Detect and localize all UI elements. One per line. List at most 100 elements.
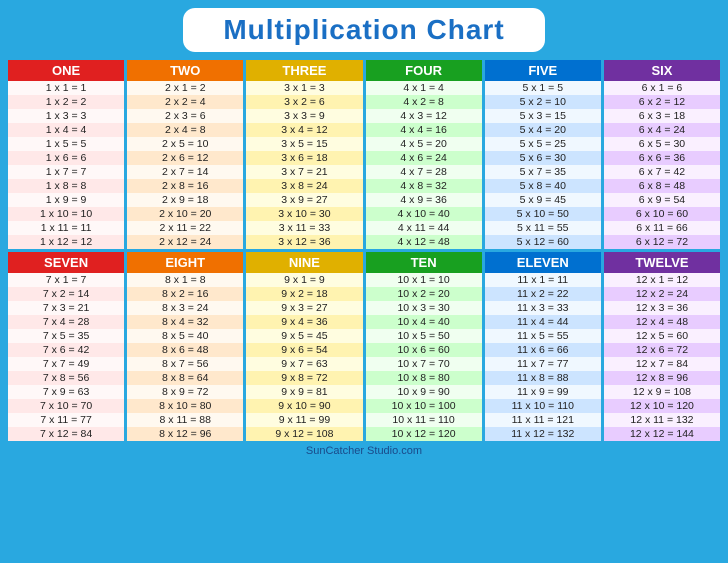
list-item: 12 x 12 = 144 <box>604 427 720 441</box>
list-item: 8 x 10 = 80 <box>127 399 243 413</box>
list-item: 8 x 12 = 96 <box>127 427 243 441</box>
title-container: Multiplication Chart <box>183 8 544 52</box>
body-ten: 10 x 1 = 1010 x 2 = 2010 x 3 = 3010 x 4 … <box>366 273 482 441</box>
list-item: 4 x 3 = 12 <box>366 109 482 123</box>
list-item: 2 x 6 = 12 <box>127 151 243 165</box>
list-item: 11 x 4 = 44 <box>485 315 601 329</box>
list-item: 1 x 3 = 3 <box>8 109 124 123</box>
header-three: THREE <box>246 60 362 81</box>
list-item: 10 x 9 = 90 <box>366 385 482 399</box>
list-item: 5 x 3 = 15 <box>485 109 601 123</box>
block-six: SIX6 x 1 = 66 x 2 = 126 x 3 = 186 x 4 = … <box>604 60 720 249</box>
list-item: 10 x 4 = 40 <box>366 315 482 329</box>
body-five: 5 x 1 = 55 x 2 = 105 x 3 = 155 x 4 = 205… <box>485 81 601 249</box>
header-twelve: TWELVE <box>604 252 720 273</box>
list-item: 4 x 2 = 8 <box>366 95 482 109</box>
list-item: 12 x 9 = 108 <box>604 385 720 399</box>
list-item: 12 x 4 = 48 <box>604 315 720 329</box>
list-item: 10 x 10 = 100 <box>366 399 482 413</box>
list-item: 5 x 6 = 30 <box>485 151 601 165</box>
list-item: 7 x 4 = 28 <box>8 315 124 329</box>
list-item: 6 x 8 = 48 <box>604 179 720 193</box>
list-item: 5 x 4 = 20 <box>485 123 601 137</box>
list-item: 8 x 1 = 8 <box>127 273 243 287</box>
list-item: 2 x 8 = 16 <box>127 179 243 193</box>
list-item: 12 x 7 = 84 <box>604 357 720 371</box>
list-item: 12 x 8 = 96 <box>604 371 720 385</box>
list-item: 6 x 3 = 18 <box>604 109 720 123</box>
list-item: 7 x 6 = 42 <box>8 343 124 357</box>
list-item: 6 x 1 = 6 <box>604 81 720 95</box>
list-item: 12 x 2 = 24 <box>604 287 720 301</box>
list-item: 6 x 10 = 60 <box>604 207 720 221</box>
list-item: 4 x 1 = 4 <box>366 81 482 95</box>
list-item: 8 x 8 = 64 <box>127 371 243 385</box>
block-twelve: TWELVE12 x 1 = 1212 x 2 = 2412 x 3 = 361… <box>604 252 720 441</box>
list-item: 6 x 4 = 24 <box>604 123 720 137</box>
list-item: 7 x 9 = 63 <box>8 385 124 399</box>
list-item: 2 x 4 = 8 <box>127 123 243 137</box>
body-eleven: 11 x 1 = 1111 x 2 = 2211 x 3 = 3311 x 4 … <box>485 273 601 441</box>
list-item: 3 x 1 = 3 <box>246 81 362 95</box>
list-item: 1 x 7 = 7 <box>8 165 124 179</box>
page-title: Multiplication Chart <box>223 14 504 46</box>
list-item: 9 x 1 = 9 <box>246 273 362 287</box>
list-item: 2 x 1 = 2 <box>127 81 243 95</box>
footer-text: SunCatcher Studio.com <box>306 445 422 457</box>
list-item: 1 x 9 = 9 <box>8 193 124 207</box>
list-item: 10 x 11 = 110 <box>366 413 482 427</box>
body-nine: 9 x 1 = 99 x 2 = 189 x 3 = 279 x 4 = 369… <box>246 273 362 441</box>
list-item: 11 x 11 = 121 <box>485 413 601 427</box>
list-item: 2 x 10 = 20 <box>127 207 243 221</box>
list-item: 2 x 11 = 22 <box>127 221 243 235</box>
list-item: 6 x 6 = 36 <box>604 151 720 165</box>
list-item: 9 x 2 = 18 <box>246 287 362 301</box>
list-item: 8 x 11 = 88 <box>127 413 243 427</box>
list-item: 4 x 9 = 36 <box>366 193 482 207</box>
list-item: 7 x 2 = 14 <box>8 287 124 301</box>
list-item: 12 x 11 = 132 <box>604 413 720 427</box>
list-item: 4 x 7 = 28 <box>366 165 482 179</box>
list-item: 6 x 2 = 12 <box>604 95 720 109</box>
list-item: 5 x 1 = 5 <box>485 81 601 95</box>
list-item: 9 x 7 = 63 <box>246 357 362 371</box>
list-item: 10 x 2 = 20 <box>366 287 482 301</box>
list-item: 12 x 3 = 36 <box>604 301 720 315</box>
list-item: 7 x 1 = 7 <box>8 273 124 287</box>
list-item: 7 x 12 = 84 <box>8 427 124 441</box>
list-item: 8 x 2 = 16 <box>127 287 243 301</box>
body-four: 4 x 1 = 44 x 2 = 84 x 3 = 124 x 4 = 164 … <box>366 81 482 249</box>
header-nine: NINE <box>246 252 362 273</box>
list-item: 7 x 10 = 70 <box>8 399 124 413</box>
list-item: 9 x 5 = 45 <box>246 329 362 343</box>
list-item: 4 x 5 = 20 <box>366 137 482 151</box>
block-three: THREE3 x 1 = 33 x 2 = 63 x 3 = 93 x 4 = … <box>246 60 362 249</box>
list-item: 7 x 3 = 21 <box>8 301 124 315</box>
list-item: 11 x 12 = 132 <box>485 427 601 441</box>
block-one: ONE1 x 1 = 11 x 2 = 21 x 3 = 31 x 4 = 41… <box>8 60 124 249</box>
list-item: 7 x 7 = 49 <box>8 357 124 371</box>
list-item: 4 x 4 = 16 <box>366 123 482 137</box>
list-item: 3 x 12 = 36 <box>246 235 362 249</box>
body-eight: 8 x 1 = 88 x 2 = 168 x 3 = 248 x 4 = 328… <box>127 273 243 441</box>
list-item: 12 x 10 = 120 <box>604 399 720 413</box>
block-eleven: ELEVEN11 x 1 = 1111 x 2 = 2211 x 3 = 331… <box>485 252 601 441</box>
list-item: 7 x 11 = 77 <box>8 413 124 427</box>
header-seven: SEVEN <box>8 252 124 273</box>
header-two: TWO <box>127 60 243 81</box>
list-item: 9 x 12 = 108 <box>246 427 362 441</box>
list-item: 7 x 5 = 35 <box>8 329 124 343</box>
list-item: 3 x 11 = 33 <box>246 221 362 235</box>
list-item: 4 x 8 = 32 <box>366 179 482 193</box>
body-two: 2 x 1 = 22 x 2 = 42 x 3 = 62 x 4 = 82 x … <box>127 81 243 249</box>
list-item: 11 x 9 = 99 <box>485 385 601 399</box>
block-ten: TEN10 x 1 = 1010 x 2 = 2010 x 3 = 3010 x… <box>366 252 482 441</box>
list-item: 12 x 6 = 72 <box>604 343 720 357</box>
list-item: 1 x 6 = 6 <box>8 151 124 165</box>
list-item: 12 x 5 = 60 <box>604 329 720 343</box>
header-six: SIX <box>604 60 720 81</box>
list-item: 6 x 5 = 30 <box>604 137 720 151</box>
list-item: 11 x 8 = 88 <box>485 371 601 385</box>
list-item: 11 x 10 = 110 <box>485 399 601 413</box>
header-eight: EIGHT <box>127 252 243 273</box>
